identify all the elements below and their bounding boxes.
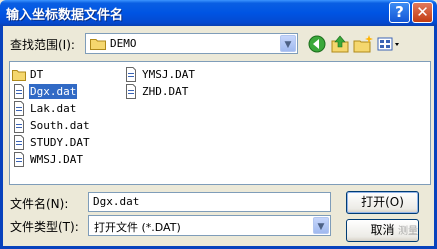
- new-folder-icon[interactable]: [352, 33, 374, 55]
- watermark: 测量: [398, 226, 418, 237]
- lookin-combo[interactable]: DEMO ▼: [85, 33, 298, 54]
- list-item[interactable]: STUDY.DAT: [12, 134, 91, 151]
- filetype-label: 文件类型(T):: [10, 220, 79, 234]
- back-icon[interactable]: [306, 33, 328, 55]
- file-icon: [14, 135, 24, 150]
- chevron-down-icon[interactable]: ▼: [280, 35, 296, 52]
- file-name: YMSJ.DAT: [142, 68, 195, 81]
- file-icon: [14, 118, 24, 133]
- help-button[interactable]: ?: [389, 2, 410, 23]
- list-item[interactable]: ZHD.DAT: [124, 83, 189, 100]
- window-title: 输入坐标数据文件名: [6, 8, 124, 23]
- folder-icon: [12, 70, 26, 81]
- file-name: Lak.dat: [30, 102, 77, 115]
- open-button[interactable]: 打开(O): [346, 191, 419, 214]
- view-menu-icon[interactable]: [375, 33, 401, 55]
- lookin-value: DEMO: [110, 37, 137, 50]
- file-icon: [14, 152, 24, 167]
- file-list[interactable]: DT Dgx.dat Lak.dat South.dat STUDY.DAT W…: [9, 61, 431, 185]
- filetype-value: 打开文件 (*.DAT): [94, 221, 181, 234]
- file-name: STUDY.DAT: [30, 136, 90, 149]
- file-name: Dgx.dat: [29, 84, 78, 99]
- list-item[interactable]: South.dat: [12, 117, 91, 134]
- list-item[interactable]: Dgx.dat: [12, 83, 78, 100]
- lookin-label: 查找范围(I):: [10, 38, 75, 52]
- title-bar[interactable]: 输入坐标数据文件名 ? ✕: [0, 0, 437, 26]
- list-item[interactable]: Lak.dat: [12, 100, 77, 117]
- list-item[interactable]: WMSJ.DAT: [12, 151, 84, 168]
- file-name: WMSJ.DAT: [30, 153, 83, 166]
- list-item[interactable]: DT: [12, 66, 44, 83]
- file-name: South.dat: [30, 119, 90, 132]
- list-item[interactable]: YMSJ.DAT: [124, 66, 196, 83]
- file-name: DT: [30, 68, 44, 81]
- filetype-select[interactable]: 打开文件 (*.DAT) ▼: [88, 215, 331, 236]
- file-icon: [14, 101, 24, 116]
- up-folder-icon[interactable]: [329, 33, 351, 55]
- close-button[interactable]: ✕: [412, 2, 433, 23]
- file-icon: [126, 67, 136, 82]
- filename-label: 文件名(N):: [10, 197, 69, 211]
- chevron-down-icon[interactable]: ▼: [313, 217, 329, 234]
- file-icon: [14, 84, 24, 99]
- file-icon: [126, 84, 136, 99]
- filename-input[interactable]: Dgx.dat: [88, 192, 331, 212]
- file-name: ZHD.DAT: [142, 85, 189, 98]
- folder-icon: [90, 39, 106, 50]
